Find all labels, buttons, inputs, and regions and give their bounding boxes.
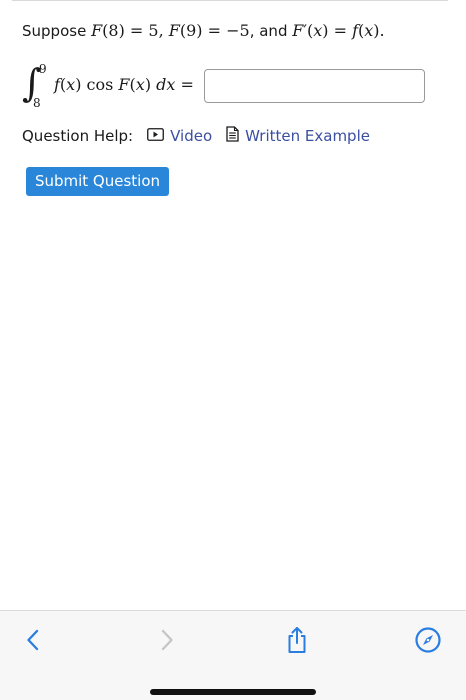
video-link-label: Video xyxy=(170,127,213,145)
chevron-right-icon xyxy=(159,628,175,656)
integrand: f(x) cos F(x) dx = xyxy=(54,75,194,94)
math-f8: F(8) = 5, F(9) = −5 xyxy=(91,21,250,40)
answer-input[interactable] xyxy=(204,69,425,103)
compass-icon xyxy=(414,626,442,658)
forward-button[interactable] xyxy=(152,627,182,657)
back-button[interactable] xyxy=(18,627,48,657)
share-button[interactable] xyxy=(282,627,312,657)
question-help: Question Help: Video Written Example xyxy=(22,125,384,147)
chevron-left-icon xyxy=(25,628,41,656)
video-icon xyxy=(147,126,165,146)
video-link[interactable]: Video xyxy=(147,126,212,146)
problem-statement: Suppose F(8) = 5, F(9) = −5, and F′(x) =… xyxy=(22,19,385,43)
share-icon xyxy=(285,625,309,659)
math-derivative: F′(x) = f(x). xyxy=(292,21,385,40)
submit-question-button[interactable]: Submit Question xyxy=(26,167,169,196)
problem-prefix: Suppose xyxy=(22,22,92,40)
document-icon xyxy=(226,125,239,147)
home-indicator xyxy=(150,689,316,695)
written-example-label: Written Example xyxy=(245,127,370,145)
integral-lower-limit: 8 xyxy=(33,96,41,110)
integral-upper-limit: 9 xyxy=(39,62,47,76)
compass-button[interactable] xyxy=(413,627,443,657)
question-help-label: Question Help: xyxy=(22,127,134,145)
page: Suppose F(8) = 5, F(9) = −5, and F′(x) =… xyxy=(0,0,466,700)
top-divider xyxy=(12,0,448,1)
integral-expression: ∫ 9 8 f(x) cos F(x) dx = xyxy=(22,60,442,112)
problem-and: , and xyxy=(249,22,293,40)
written-example-link[interactable]: Written Example xyxy=(226,125,370,147)
browser-toolbar xyxy=(0,610,466,700)
